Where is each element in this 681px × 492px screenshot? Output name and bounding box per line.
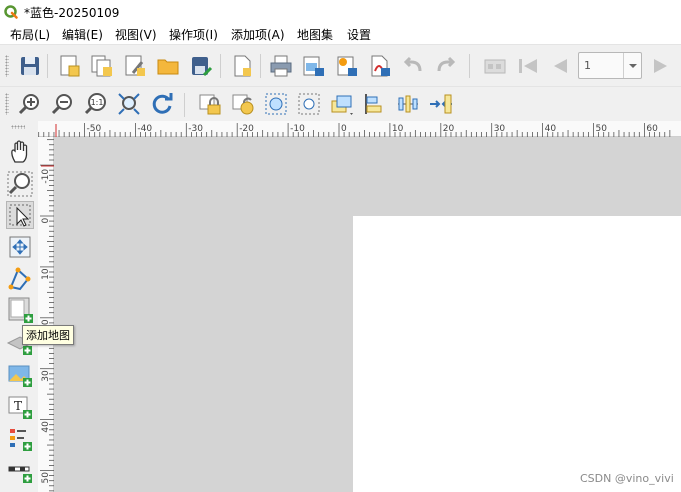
menu-view[interactable]: 视图(V)	[115, 26, 157, 43]
ruler-label: 20	[443, 124, 455, 134]
ruler-label: -50	[87, 124, 102, 134]
pan-icon[interactable]	[6, 138, 34, 166]
ungroup-items-icon[interactable]	[296, 91, 322, 117]
qgis-logo-icon	[4, 4, 18, 19]
save-template-icon[interactable]	[188, 53, 214, 79]
save-layout-icon[interactable]	[17, 53, 43, 79]
watermark-text: CSDN @vino_vivi	[580, 472, 674, 485]
ruler-label: 10	[41, 268, 51, 280]
layout-page[interactable]	[353, 216, 681, 492]
lock-items-icon[interactable]	[197, 91, 223, 117]
ruler-label: 0	[41, 218, 51, 224]
select-move-icon[interactable]	[6, 201, 34, 229]
horizontal-ruler: -50 -40 -30 -20 -10 0 10 20 30 40 50 60	[38, 121, 681, 137]
next-feature-icon[interactable]	[648, 53, 674, 79]
zoom-tool-icon[interactable]	[6, 170, 34, 198]
menu-atlas[interactable]: 地图集	[297, 26, 333, 43]
zoom-actual-icon[interactable]: 1:1	[83, 91, 109, 117]
group-items-icon[interactable]	[263, 91, 289, 117]
unlock-items-icon[interactable]	[230, 91, 256, 117]
add-map-icon[interactable]	[6, 296, 34, 324]
ruler-label: 10	[392, 124, 404, 134]
menu-settings[interactable]: 设置	[347, 26, 371, 43]
vertical-ruler: -1001020304050	[38, 137, 54, 492]
svg-text:1:1: 1:1	[91, 98, 104, 107]
export-pdf-icon[interactable]	[367, 53, 393, 79]
ruler-label: -40	[137, 124, 152, 134]
ruler-label: 40	[545, 124, 557, 134]
add-label-icon[interactable]: T	[6, 393, 34, 421]
resize-items-icon[interactable]	[428, 91, 454, 117]
window-title: *蓝色-20250109	[24, 6, 120, 20]
undo-icon[interactable]	[400, 53, 426, 79]
ruler-label: -20	[239, 124, 254, 134]
open-folder-icon[interactable]	[155, 53, 181, 79]
menu-layout[interactable]: 布局(L)	[10, 26, 50, 43]
add-legend-icon[interactable]	[6, 425, 34, 453]
ruler-label: 30	[494, 124, 506, 134]
redo-icon[interactable]	[433, 53, 459, 79]
add-scalebar-icon[interactable]	[6, 457, 34, 485]
zoom-out-icon[interactable]	[50, 91, 76, 117]
export-image-icon[interactable]	[301, 53, 327, 79]
chevron-down-icon[interactable]	[623, 53, 641, 78]
previous-feature-icon[interactable]	[547, 53, 573, 79]
first-feature-icon[interactable]	[515, 53, 541, 79]
export-svg-icon[interactable]	[334, 53, 360, 79]
ruler-label: 60	[646, 124, 658, 134]
menu-edit[interactable]: 编辑(E)	[62, 26, 103, 43]
ruler-label: 50	[596, 124, 608, 134]
atlas-preview-icon[interactable]	[482, 53, 508, 79]
atlas-page-input[interactable]: 1	[578, 52, 642, 79]
toolbar-grip[interactable]	[5, 55, 9, 77]
ruler-label: 50	[41, 472, 51, 484]
duplicate-layout-icon[interactable]	[89, 53, 115, 79]
tooltip: 添加地图	[22, 325, 74, 345]
edit-nodes-icon[interactable]	[6, 265, 34, 293]
distribute-items-icon[interactable]	[395, 91, 421, 117]
print-icon[interactable]	[268, 53, 294, 79]
navigation-toolbar: 1:1	[0, 86, 681, 122]
toolbar-grip[interactable]	[11, 125, 25, 129]
menu-items[interactable]: 操作项(I)	[169, 26, 218, 43]
toolbox-toolbar: T	[0, 121, 38, 492]
toolbar-grip[interactable]	[5, 93, 9, 115]
ruler-label: 30	[41, 370, 51, 382]
layout-canvas[interactable]	[54, 137, 681, 492]
refresh-icon[interactable]	[149, 91, 175, 117]
ruler-label: -10	[41, 169, 51, 184]
menu-bar: 布局(L) 编辑(E) 视图(V) 操作项(I) 添加项(A) 地图集 设置	[0, 23, 681, 44]
atlas-page-value: 1	[584, 59, 591, 72]
raise-items-icon[interactable]	[329, 91, 355, 117]
ruler-label: -30	[188, 124, 203, 134]
menu-add-item[interactable]: 添加项(A)	[231, 26, 285, 43]
svg-text:T: T	[14, 399, 22, 413]
align-items-icon[interactable]	[362, 91, 388, 117]
layout-manager-icon[interactable]	[122, 53, 148, 79]
zoom-in-icon[interactable]	[17, 91, 43, 117]
move-content-icon[interactable]	[6, 233, 34, 261]
add-picture-icon[interactable]	[6, 361, 34, 389]
zoom-full-icon[interactable]	[116, 91, 142, 117]
ruler-label: -10	[290, 124, 305, 134]
layout-toolbar: 1	[0, 44, 681, 87]
new-page-icon[interactable]	[229, 53, 255, 79]
ruler-label: 0	[341, 124, 347, 134]
new-layout-icon[interactable]	[56, 53, 82, 79]
title-bar: *蓝色-20250109	[0, 0, 681, 23]
ruler-label: 40	[41, 421, 51, 433]
